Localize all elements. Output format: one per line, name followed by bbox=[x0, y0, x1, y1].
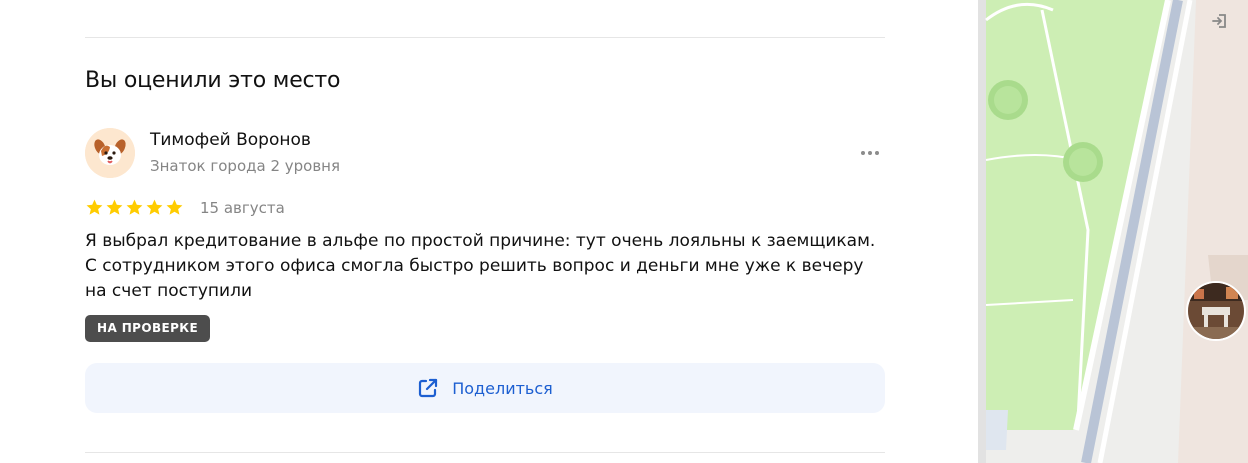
share-icon bbox=[419, 378, 438, 398]
map-place-photo[interactable] bbox=[1186, 281, 1246, 341]
review-panel: Вы оценили это место Тимофей Воронов Зна… bbox=[0, 0, 978, 463]
review-text: Я выбрал кредитование в альфе по простой… bbox=[85, 231, 876, 301]
more-dot bbox=[875, 151, 879, 155]
author-name[interactable]: Тимофей Воронов bbox=[150, 130, 311, 150]
top-divider bbox=[85, 37, 885, 38]
author-avatar[interactable] bbox=[85, 128, 135, 178]
review-date: 15 августа bbox=[200, 199, 285, 217]
login-icon-glyph bbox=[1212, 14, 1226, 28]
star-icon bbox=[166, 199, 183, 215]
star-icon bbox=[146, 199, 163, 215]
more-dots-icon bbox=[861, 151, 865, 155]
more-options-button[interactable] bbox=[852, 143, 888, 163]
share-label: Поделиться bbox=[452, 378, 553, 398]
star-icon bbox=[106, 199, 123, 215]
section-title: Вы оценили это место bbox=[85, 68, 341, 93]
dog-avatar-icon bbox=[85, 128, 135, 178]
author-level: Знаток города 2 уровня bbox=[150, 157, 341, 175]
bottom-divider bbox=[85, 452, 885, 453]
share-button[interactable]: Поделиться bbox=[85, 363, 885, 413]
rating-stars bbox=[85, 198, 184, 217]
more-dot bbox=[868, 151, 872, 155]
star-icon bbox=[86, 199, 103, 215]
map-view[interactable] bbox=[978, 0, 1248, 463]
status-badge: НА ПРОВЕРКЕ bbox=[85, 315, 211, 342]
login-icon[interactable] bbox=[1210, 12, 1228, 34]
map-canvas bbox=[978, 0, 1248, 463]
place-photo-image bbox=[1188, 283, 1244, 339]
star-icon bbox=[126, 199, 143, 215]
